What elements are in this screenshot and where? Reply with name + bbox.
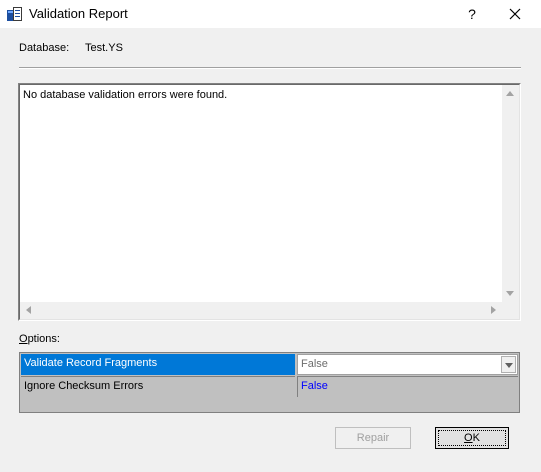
database-label: Database: <box>19 42 70 54</box>
ok-button[interactable]: OK <box>435 427 509 449</box>
option-value: False <box>301 358 328 370</box>
option-row-ignore-checksum-errors[interactable]: Ignore Checksum Errors False <box>21 376 518 397</box>
option-name[interactable]: Ignore Checksum Errors <box>21 376 295 397</box>
dropdown-button[interactable] <box>501 356 516 373</box>
scroll-down-icon[interactable] <box>506 291 514 296</box>
separator-line <box>19 67 521 69</box>
option-row-validate-record-fragments[interactable]: Validate Record Fragments False <box>21 354 518 375</box>
report-message: No database validation errors were found… <box>23 89 228 101</box>
report-text-area[interactable]: No database validation errors were found… <box>18 83 521 321</box>
scroll-up-icon[interactable] <box>506 91 514 96</box>
window-title: Validation Report <box>29 6 128 21</box>
title-bar: Validation Report ? <box>0 0 541 28</box>
chevron-down-icon <box>505 363 513 368</box>
help-button[interactable]: ? <box>460 2 484 26</box>
database-app-icon <box>7 7 22 21</box>
close-button[interactable] <box>503 2 527 26</box>
scroll-left-icon[interactable] <box>26 306 31 314</box>
horizontal-scrollbar[interactable] <box>20 302 502 319</box>
options-grid: Validate Record Fragments False Ignore C… <box>19 352 520 413</box>
vertical-scrollbar[interactable] <box>502 85 519 302</box>
repair-button[interactable]: Repair <box>335 427 411 449</box>
scroll-corner <box>502 302 519 319</box>
options-label: Options: <box>19 333 60 345</box>
option-value[interactable]: False <box>297 376 518 397</box>
close-icon <box>509 8 521 20</box>
help-icon: ? <box>468 6 476 22</box>
database-name: Test.YS <box>85 42 123 54</box>
scroll-right-icon[interactable] <box>491 306 496 314</box>
option-name[interactable]: Validate Record Fragments <box>21 354 295 375</box>
option-value-dropdown[interactable]: False <box>297 354 518 375</box>
